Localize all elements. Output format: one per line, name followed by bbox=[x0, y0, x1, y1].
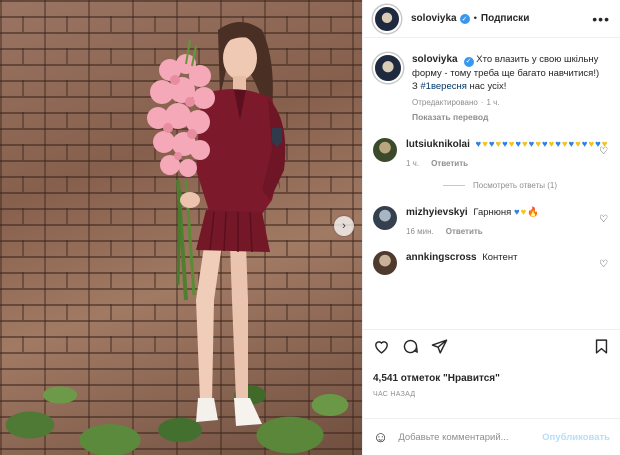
view-replies-label: Посмотреть ответы (1) bbox=[473, 180, 558, 190]
verified-icon: ✓ bbox=[459, 13, 470, 24]
comment-like-icon[interactable]: ♡ bbox=[599, 146, 608, 157]
caption-line2-suffix: нас усіх! bbox=[466, 81, 507, 93]
more-horizontal-icon[interactable]: ••• bbox=[592, 11, 610, 27]
blue-heart-icon: ♥ bbox=[541, 138, 549, 150]
reply-button[interactable]: Ответить bbox=[446, 226, 483, 237]
caption: soloviyka ✓ Хто влазить у свою шкільну фо… bbox=[373, 53, 610, 124]
comment-text: mizhyievskyi Гарнюня ♥♥🔥 bbox=[406, 206, 610, 220]
show-translation-link[interactable]: Показать перевод bbox=[412, 112, 610, 124]
caption-username[interactable]: soloviyka bbox=[412, 54, 458, 65]
publish-button[interactable]: Опубликовать bbox=[542, 432, 610, 443]
add-comment-bar: ☺ Опубликовать bbox=[363, 418, 620, 455]
post-photo[interactable]: › bbox=[0, 0, 362, 455]
comment-text: lutsiuknikolai ♥♥♥♥♥♥♥♥♥♥♥♥♥♥♥♥♥♥♥♥ bbox=[406, 138, 610, 152]
carousel-next-button[interactable]: › bbox=[334, 216, 354, 236]
yellow-heart-icon: ♥ bbox=[535, 138, 542, 150]
hashtag-link[interactable]: #1вересня bbox=[420, 81, 467, 92]
blue-heart-icon: ♥ bbox=[555, 138, 562, 150]
girl-with-flowers bbox=[147, 22, 286, 426]
edited-label: Отредактировано bbox=[412, 97, 478, 107]
comment-like-icon[interactable]: ♡ bbox=[599, 259, 608, 270]
yellow-heart-icon: ♥ bbox=[561, 138, 569, 150]
caption-text: soloviyka ✓ Хто влазить у свою шкільну фо… bbox=[412, 53, 610, 94]
commenter-avatar[interactable] bbox=[373, 137, 397, 162]
bookmark-icon[interactable] bbox=[593, 338, 610, 358]
commenter-username[interactable]: lutsiuknikolai bbox=[406, 139, 470, 150]
comment-item: mizhyievskyi Гарнюня ♥♥🔥 16 мин. Ответит… bbox=[373, 205, 610, 237]
reply-button[interactable]: Ответить bbox=[431, 158, 468, 169]
separator-dot: • bbox=[473, 13, 477, 24]
comment-body: Контент bbox=[482, 252, 518, 264]
comment-like-icon[interactable]: ♡ bbox=[599, 214, 608, 225]
yellow-heart-icon: ♥ bbox=[482, 138, 489, 150]
yellow-heart-icon: ♥ bbox=[575, 138, 582, 150]
post-sidebar: soloviyka ✓ • Подписки ••• soloviyka ✓ Хт… bbox=[362, 0, 620, 455]
comment-input[interactable] bbox=[398, 431, 533, 443]
view-replies-button[interactable]: Посмотреть ответы (1) bbox=[443, 181, 610, 190]
yellow-heart-icon: ♥ bbox=[522, 138, 529, 150]
caption-avatar[interactable] bbox=[373, 53, 403, 83]
comment-body: Гарнюня bbox=[473, 206, 512, 218]
likes-count[interactable]: 4,541 отметок "Нравится" bbox=[373, 373, 500, 384]
fire-emoji: 🔥 bbox=[527, 206, 540, 218]
share-icon[interactable] bbox=[431, 338, 448, 358]
comment-icon[interactable] bbox=[402, 338, 419, 358]
commenter-avatar[interactable] bbox=[373, 251, 397, 276]
commenter-username[interactable]: annkingscross bbox=[406, 252, 477, 263]
comments-section[interactable]: soloviyka ✓ Хто влазить у свою шкільну фо… bbox=[363, 39, 620, 350]
action-bar bbox=[363, 329, 620, 365]
emoji-icon[interactable]: ☺ bbox=[373, 429, 388, 446]
caption-time[interactable]: 1 ч. bbox=[487, 97, 500, 108]
comment-item: annkingscross Контент ♡ bbox=[373, 251, 610, 276]
heart-emojis: ♥♥♥♥♥♥♥♥♥♥♥♥♥♥♥♥♥♥♥♥ bbox=[476, 139, 609, 150]
verified-icon: ✓ bbox=[463, 56, 474, 67]
post-header: soloviyka ✓ • Подписки ••• bbox=[363, 0, 620, 38]
chevron-right-icon: › bbox=[342, 220, 346, 232]
heart-icon[interactable] bbox=[373, 338, 390, 358]
blue-heart-icon: ♥ bbox=[502, 138, 509, 150]
author-avatar[interactable] bbox=[373, 4, 401, 33]
meta-separator: · bbox=[480, 97, 484, 107]
post-timestamp[interactable]: ЧАС НАЗАД bbox=[373, 391, 415, 398]
comment-time[interactable]: 1 ч. bbox=[406, 158, 419, 169]
commenter-avatar[interactable] bbox=[373, 205, 397, 230]
commenter-username[interactable]: mizhyievskyi bbox=[406, 207, 468, 218]
blue-heart-icon: ♥ bbox=[513, 206, 521, 218]
instagram-post: › soloviyka ✓ • Подписки ••• soloviyka ✓ … bbox=[0, 0, 620, 455]
comment-item: lutsiuknikolai ♥♥♥♥♥♥♥♥♥♥♥♥♥♥♥♥♥♥♥♥ 1 ч.… bbox=[373, 137, 610, 169]
author-username[interactable]: soloviyka bbox=[411, 13, 457, 24]
following-button[interactable]: Подписки bbox=[481, 13, 529, 24]
comment-time[interactable]: 16 мин. bbox=[406, 226, 434, 237]
